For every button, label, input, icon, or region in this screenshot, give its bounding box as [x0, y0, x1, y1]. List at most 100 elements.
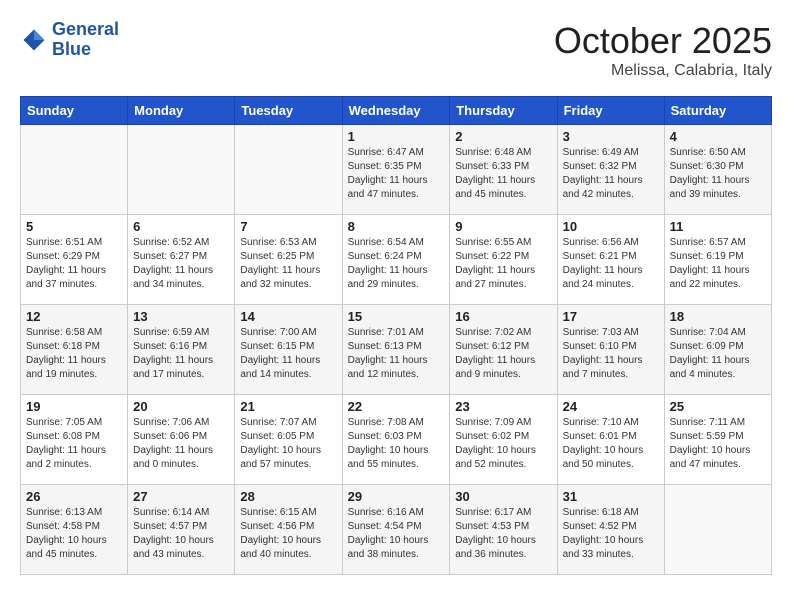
day-info: Sunrise: 7:11 AM Sunset: 5:59 PM Dayligh…: [670, 416, 766, 472]
logo: General Blue: [20, 20, 119, 60]
day-number: 20: [133, 399, 229, 414]
calendar-cell: 3 Sunrise: 6:49 AM Sunset: 6:32 PM Daylig…: [557, 125, 664, 215]
day-number: 5: [26, 219, 122, 234]
day-info: Sunrise: 6:14 AM Sunset: 4:57 PM Dayligh…: [133, 506, 229, 562]
calendar-cell: 16Sunrise: 7:02 AM Sunset: 6:12 PM Dayli…: [450, 305, 557, 395]
day-number: 18: [670, 309, 766, 324]
day-number: 30: [455, 489, 551, 504]
day-info: Sunrise: 7:05 AM Sunset: 6:08 PM Dayligh…: [26, 416, 122, 472]
calendar-cell: 9 Sunrise: 6:55 AM Sunset: 6:22 PM Daylig…: [450, 215, 557, 305]
day-info: Sunrise: 6:53 AM Sunset: 6:25 PM Dayligh…: [240, 236, 336, 292]
calendar-week-1: 5Sunrise: 6:51 AM Sunset: 6:29 PM Daylig…: [21, 215, 772, 305]
day-info: Sunrise: 6:47 AM Sunset: 6:35 PM Dayligh…: [348, 146, 445, 202]
day-number: 24: [563, 399, 659, 414]
day-number: 13: [133, 309, 229, 324]
header-sunday: Sunday: [21, 97, 128, 125]
day-number: 26: [26, 489, 122, 504]
day-number: 7: [240, 219, 336, 234]
day-info: Sunrise: 6:49 AM Sunset: 6:32 PM Dayligh…: [563, 146, 659, 202]
logo-line1: General: [52, 19, 119, 39]
calendar-cell: 22Sunrise: 7:08 AM Sunset: 6:03 PM Dayli…: [342, 395, 450, 485]
calendar-cell: 11 Sunrise: 6:57 AM Sunset: 6:19 PM Dayli…: [664, 215, 771, 305]
calendar-cell: 5Sunrise: 6:51 AM Sunset: 6:29 PM Daylig…: [21, 215, 128, 305]
day-info: Sunrise: 6:57 AM Sunset: 6:19 PM Dayligh…: [670, 236, 766, 292]
day-number: 1: [348, 129, 445, 144]
day-number: 12: [26, 309, 122, 324]
day-info: Sunrise: 7:01 AM Sunset: 6:13 PM Dayligh…: [348, 326, 445, 382]
calendar-cell: [664, 485, 771, 575]
day-number: 17: [563, 309, 659, 324]
day-info: Sunrise: 7:04 AM Sunset: 6:09 PM Dayligh…: [670, 326, 766, 382]
location-title: Melissa, Calabria, Italy: [554, 62, 772, 80]
header-wednesday: Wednesday: [342, 97, 450, 125]
day-number: 15: [348, 309, 445, 324]
day-number: 19: [26, 399, 122, 414]
day-info: Sunrise: 6:13 AM Sunset: 4:58 PM Dayligh…: [26, 506, 122, 562]
page-header: General Blue October 2025 Melissa, Calab…: [20, 20, 772, 80]
day-number: 29: [348, 489, 445, 504]
logo-text: General Blue: [52, 20, 119, 60]
calendar-cell: 7 Sunrise: 6:53 AM Sunset: 6:25 PM Daylig…: [235, 215, 342, 305]
day-info: Sunrise: 6:50 AM Sunset: 6:30 PM Dayligh…: [670, 146, 766, 202]
day-number: 28: [240, 489, 336, 504]
day-number: 31: [563, 489, 659, 504]
day-info: Sunrise: 6:59 AM Sunset: 6:16 PM Dayligh…: [133, 326, 229, 382]
calendar-cell: 29Sunrise: 6:16 AM Sunset: 4:54 PM Dayli…: [342, 485, 450, 575]
calendar-cell: 21Sunrise: 7:07 AM Sunset: 6:05 PM Dayli…: [235, 395, 342, 485]
day-info: Sunrise: 7:03 AM Sunset: 6:10 PM Dayligh…: [563, 326, 659, 382]
calendar-cell: 17 Sunrise: 7:03 AM Sunset: 6:10 PM Dayli…: [557, 305, 664, 395]
day-info: Sunrise: 6:58 AM Sunset: 6:18 PM Dayligh…: [26, 326, 122, 382]
logo-icon: [20, 26, 48, 54]
day-info: Sunrise: 6:55 AM Sunset: 6:22 PM Dayligh…: [455, 236, 551, 292]
calendar-cell: 26 Sunrise: 6:13 AM Sunset: 4:58 PM Dayli…: [21, 485, 128, 575]
day-info: Sunrise: 6:15 AM Sunset: 4:56 PM Dayligh…: [240, 506, 336, 562]
calendar-cell: [128, 125, 235, 215]
day-number: 8: [348, 219, 445, 234]
day-number: 9: [455, 219, 551, 234]
day-number: 11: [670, 219, 766, 234]
calendar-header: Sunday Monday Tuesday Wednesday Thursday…: [21, 97, 772, 125]
calendar-cell: 18 Sunrise: 7:04 AM Sunset: 6:09 PM Dayli…: [664, 305, 771, 395]
weekday-row: Sunday Monday Tuesday Wednesday Thursday…: [21, 97, 772, 125]
calendar-cell: 19 Sunrise: 7:05 AM Sunset: 6:08 PM Dayli…: [21, 395, 128, 485]
day-info: Sunrise: 7:09 AM Sunset: 6:02 PM Dayligh…: [455, 416, 551, 472]
calendar-cell: 4 Sunrise: 6:50 AM Sunset: 6:30 PM Daylig…: [664, 125, 771, 215]
calendar-cell: 27Sunrise: 6:14 AM Sunset: 4:57 PM Dayli…: [128, 485, 235, 575]
day-info: Sunrise: 6:56 AM Sunset: 6:21 PM Dayligh…: [563, 236, 659, 292]
calendar-week-3: 19 Sunrise: 7:05 AM Sunset: 6:08 PM Dayli…: [21, 395, 772, 485]
day-info: Sunrise: 7:02 AM Sunset: 6:12 PM Dayligh…: [455, 326, 551, 382]
calendar-week-0: 1 Sunrise: 6:47 AM Sunset: 6:35 PM Daylig…: [21, 125, 772, 215]
day-info: Sunrise: 6:48 AM Sunset: 6:33 PM Dayligh…: [455, 146, 551, 202]
calendar-cell: 2 Sunrise: 6:48 AM Sunset: 6:33 PM Daylig…: [450, 125, 557, 215]
calendar-cell: 24 Sunrise: 7:10 AM Sunset: 6:01 PM Dayli…: [557, 395, 664, 485]
calendar-cell: 10Sunrise: 6:56 AM Sunset: 6:21 PM Dayli…: [557, 215, 664, 305]
day-info: Sunrise: 6:17 AM Sunset: 4:53 PM Dayligh…: [455, 506, 551, 562]
day-number: 4: [670, 129, 766, 144]
calendar-cell: 20 Sunrise: 7:06 AM Sunset: 6:06 PM Dayli…: [128, 395, 235, 485]
calendar-cell: 1 Sunrise: 6:47 AM Sunset: 6:35 PM Daylig…: [342, 125, 450, 215]
calendar-cell: 14Sunrise: 7:00 AM Sunset: 6:15 PM Dayli…: [235, 305, 342, 395]
calendar-cell: 6 Sunrise: 6:52 AM Sunset: 6:27 PM Daylig…: [128, 215, 235, 305]
day-info: Sunrise: 6:18 AM Sunset: 4:52 PM Dayligh…: [563, 506, 659, 562]
calendar-cell: [235, 125, 342, 215]
calendar-cell: 12 Sunrise: 6:58 AM Sunset: 6:18 PM Dayli…: [21, 305, 128, 395]
month-title: October 2025: [554, 20, 772, 62]
day-info: Sunrise: 6:52 AM Sunset: 6:27 PM Dayligh…: [133, 236, 229, 292]
day-number: 2: [455, 129, 551, 144]
calendar-cell: 28 Sunrise: 6:15 AM Sunset: 4:56 PM Dayli…: [235, 485, 342, 575]
day-info: Sunrise: 7:06 AM Sunset: 6:06 PM Dayligh…: [133, 416, 229, 472]
day-info: Sunrise: 7:10 AM Sunset: 6:01 PM Dayligh…: [563, 416, 659, 472]
day-number: 22: [348, 399, 445, 414]
day-number: 3: [563, 129, 659, 144]
day-number: 25: [670, 399, 766, 414]
title-block: October 2025 Melissa, Calabria, Italy: [554, 20, 772, 80]
calendar-cell: 13 Sunrise: 6:59 AM Sunset: 6:16 PM Dayli…: [128, 305, 235, 395]
calendar-table: Sunday Monday Tuesday Wednesday Thursday…: [20, 96, 772, 575]
header-thursday: Thursday: [450, 97, 557, 125]
calendar-cell: 23Sunrise: 7:09 AM Sunset: 6:02 PM Dayli…: [450, 395, 557, 485]
calendar-week-4: 26 Sunrise: 6:13 AM Sunset: 4:58 PM Dayli…: [21, 485, 772, 575]
header-tuesday: Tuesday: [235, 97, 342, 125]
day-info: Sunrise: 7:00 AM Sunset: 6:15 PM Dayligh…: [240, 326, 336, 382]
day-number: 6: [133, 219, 229, 234]
calendar-week-2: 12 Sunrise: 6:58 AM Sunset: 6:18 PM Dayli…: [21, 305, 772, 395]
